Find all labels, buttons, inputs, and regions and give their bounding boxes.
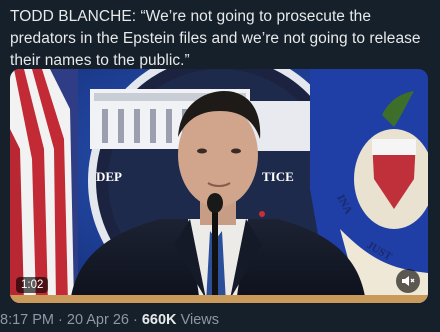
views-label: Views [180,312,219,328]
mute-button[interactable] [396,269,420,293]
podium-edge [10,295,428,303]
meta-separator-2: · [128,312,142,328]
seal-text-right: TICE [262,169,294,184]
tweet-meta: 8:17 PM · 20 Apr 26 · 660K Views [0,312,440,328]
tweet-time[interactable]: 8:17 PM [0,312,54,328]
american-flag [10,69,78,303]
tweet-date[interactable]: 20 Apr 26 [67,312,129,328]
tweet-detail: TODD BLANCHE: “We’re not going to prosec… [0,0,440,332]
speaker-muted-icon [401,274,415,288]
seal-text-left: DEP [96,169,122,184]
video-duration: 1:02 [16,277,49,293]
meta-separator: · [54,312,67,328]
views-count: 660K [141,312,177,328]
tweet-text: TODD BLANCHE: “We’re not going to prosec… [10,8,421,69]
video-player[interactable]: DEP TICE INA JUST 1:02 [10,69,428,303]
video-frame: DEP TICE INA JUST [10,69,428,303]
